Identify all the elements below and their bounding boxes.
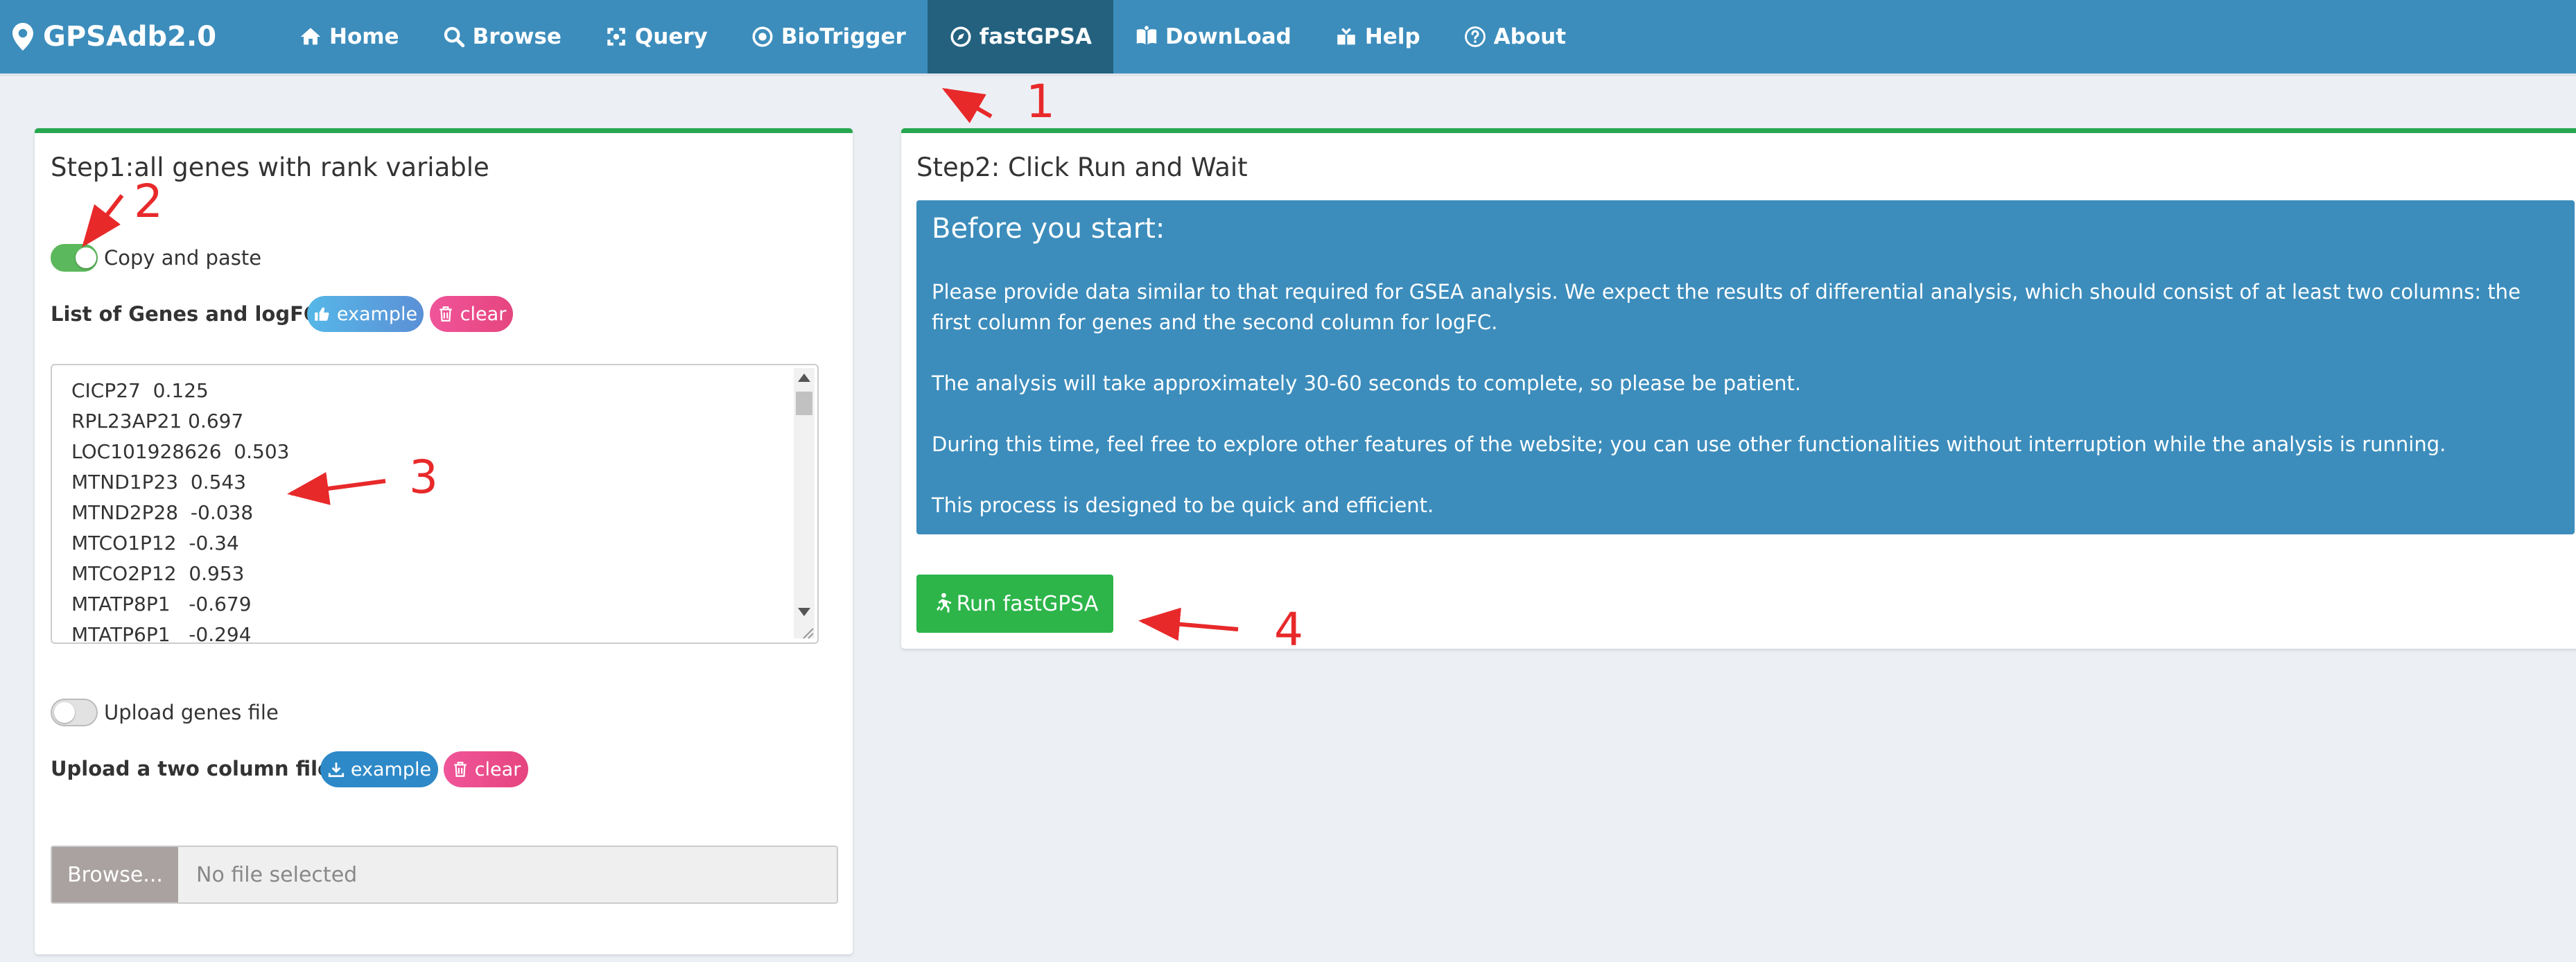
- upload-clear-label: clear: [474, 758, 521, 780]
- upload-label: Upload a two column file:: [51, 757, 340, 780]
- upload-toggle-label: Upload genes file: [104, 701, 279, 724]
- step2-box: Step2: Click Run and Wait Before you sta…: [901, 128, 2576, 649]
- nav-biotrigger[interactable]: BioTrigger: [729, 0, 928, 73]
- nav-download[interactable]: DownLoad: [1113, 0, 1313, 73]
- compass-icon: [950, 26, 971, 47]
- gene-line: LOC101928626 0.503: [71, 440, 290, 463]
- copy-paste-toggle[interactable]: [51, 244, 98, 272]
- upload-clear-button[interactable]: clear: [444, 751, 528, 787]
- dot-circle-icon: [752, 26, 773, 47]
- brand[interactable]: GPSAdb2.0: [0, 0, 255, 73]
- scroll-thumb[interactable]: [796, 392, 812, 415]
- upload-example-label: example: [350, 758, 432, 780]
- step2-title: Step2: Click Run and Wait: [916, 152, 1248, 182]
- nav-help-label: Help: [1364, 24, 1420, 49]
- map-pin-icon: [12, 23, 33, 51]
- gene-line: MTND2P28 -0.038: [71, 501, 254, 524]
- resize-grip-icon[interactable]: [801, 626, 815, 640]
- trash-icon: [454, 762, 467, 777]
- nav-fastgpsa-label: fastGPSA: [979, 24, 1092, 49]
- annotation-number-2: 2: [134, 175, 163, 228]
- brand-name: GPSAdb2.0: [43, 21, 217, 53]
- nav-home-label: Home: [329, 24, 399, 49]
- gene-line: MTND1P23 0.543: [71, 471, 247, 493]
- nav-biotrigger-label: BioTrigger: [781, 24, 906, 49]
- home-icon: [300, 28, 321, 45]
- content-area: Step1:all genes with rank variable Copy …: [14, 105, 2576, 962]
- scroll-down-arrow-icon[interactable]: [798, 608, 810, 616]
- question-circle-icon: [1464, 26, 1486, 47]
- nav-home[interactable]: Home: [277, 0, 421, 73]
- clear-label: clear: [460, 303, 507, 325]
- nav-about[interactable]: About: [1442, 0, 1587, 73]
- trash-icon: [440, 306, 452, 322]
- running-icon: [936, 593, 951, 613]
- clear-button[interactable]: clear: [430, 296, 513, 332]
- file-input[interactable]: Browse... No file selected: [51, 846, 838, 904]
- navbar-underline: [0, 73, 2576, 76]
- toggle-knob: [76, 247, 96, 268]
- info-paragraph: Please provide data similar to that requ…: [932, 280, 2521, 334]
- nav-browse-label: Browse: [472, 24, 562, 49]
- gene-line: MTATP8P1 -0.679: [71, 593, 252, 615]
- gene-line: RPL23AP21 0.697: [71, 410, 244, 432]
- run-fastgpsa-button[interactable]: Run fastGPSA: [916, 575, 1113, 633]
- upload-toggle[interactable]: [51, 699, 98, 726]
- browse-button[interactable]: Browse...: [52, 847, 178, 902]
- nav-browse[interactable]: Browse: [421, 0, 583, 73]
- nav-query-label: Query: [634, 24, 708, 49]
- genes-list-label: List of Genes and logFC:: [51, 302, 327, 326]
- textarea-scrollbar[interactable]: [794, 368, 815, 638]
- annotation-number-4: 4: [1274, 603, 1303, 656]
- thumbs-up-icon: [315, 307, 329, 321]
- annotation-number-1: 1: [1026, 75, 1055, 128]
- info-title: Before you start:: [932, 213, 1165, 245]
- top-navbar: GPSAdb2.0 Home Browse Query BioTrigger f…: [0, 0, 2576, 73]
- example-label: example: [336, 303, 418, 325]
- gene-line: CICP27 0.125: [71, 379, 209, 402]
- nav-fastgpsa[interactable]: fastGPSA: [927, 0, 1113, 73]
- step1-title: Step1:all genes with rank variable: [51, 152, 489, 182]
- book-icon: [1136, 26, 1157, 45]
- annotation-number-3: 3: [409, 451, 438, 504]
- nav-download-label: DownLoad: [1165, 24, 1291, 49]
- step1-box: Step1:all genes with rank variable Copy …: [35, 128, 853, 954]
- genes-textarea[interactable]: CICP27 0.125 RPL23AP21 0.697 LOC10192862…: [51, 364, 819, 644]
- gene-line: MTCO1P12 -0.34: [71, 532, 239, 554]
- hands-icon: [1337, 28, 1355, 45]
- info-panel: Before you start: Please provide data si…: [916, 200, 2575, 534]
- copy-paste-label: Copy and paste: [104, 246, 262, 270]
- file-placeholder: No file selected: [196, 862, 358, 887]
- nav-help[interactable]: Help: [1313, 0, 1442, 73]
- scroll-up-arrow-icon[interactable]: [798, 374, 810, 382]
- search-icon: [444, 26, 464, 48]
- crosshair-icon: [607, 28, 625, 46]
- nav-about-label: About: [1493, 24, 1567, 49]
- gene-line: MTATP6P1 -0.294: [71, 623, 252, 644]
- upload-example-button[interactable]: example: [320, 751, 438, 787]
- download-icon: [328, 762, 345, 778]
- example-button[interactable]: example: [307, 296, 424, 332]
- toggle-knob: [54, 702, 75, 723]
- info-paragraph: The analysis will take approximately 30-…: [932, 371, 1802, 395]
- gene-line: MTCO2P12 0.953: [71, 562, 245, 585]
- nav-query[interactable]: Query: [583, 0, 729, 73]
- run-label: Run fastGPSA: [956, 591, 1099, 616]
- info-paragraph: This process is designed to be quick and…: [932, 493, 1434, 517]
- info-paragraph: During this time, feel free to explore o…: [932, 432, 2446, 456]
